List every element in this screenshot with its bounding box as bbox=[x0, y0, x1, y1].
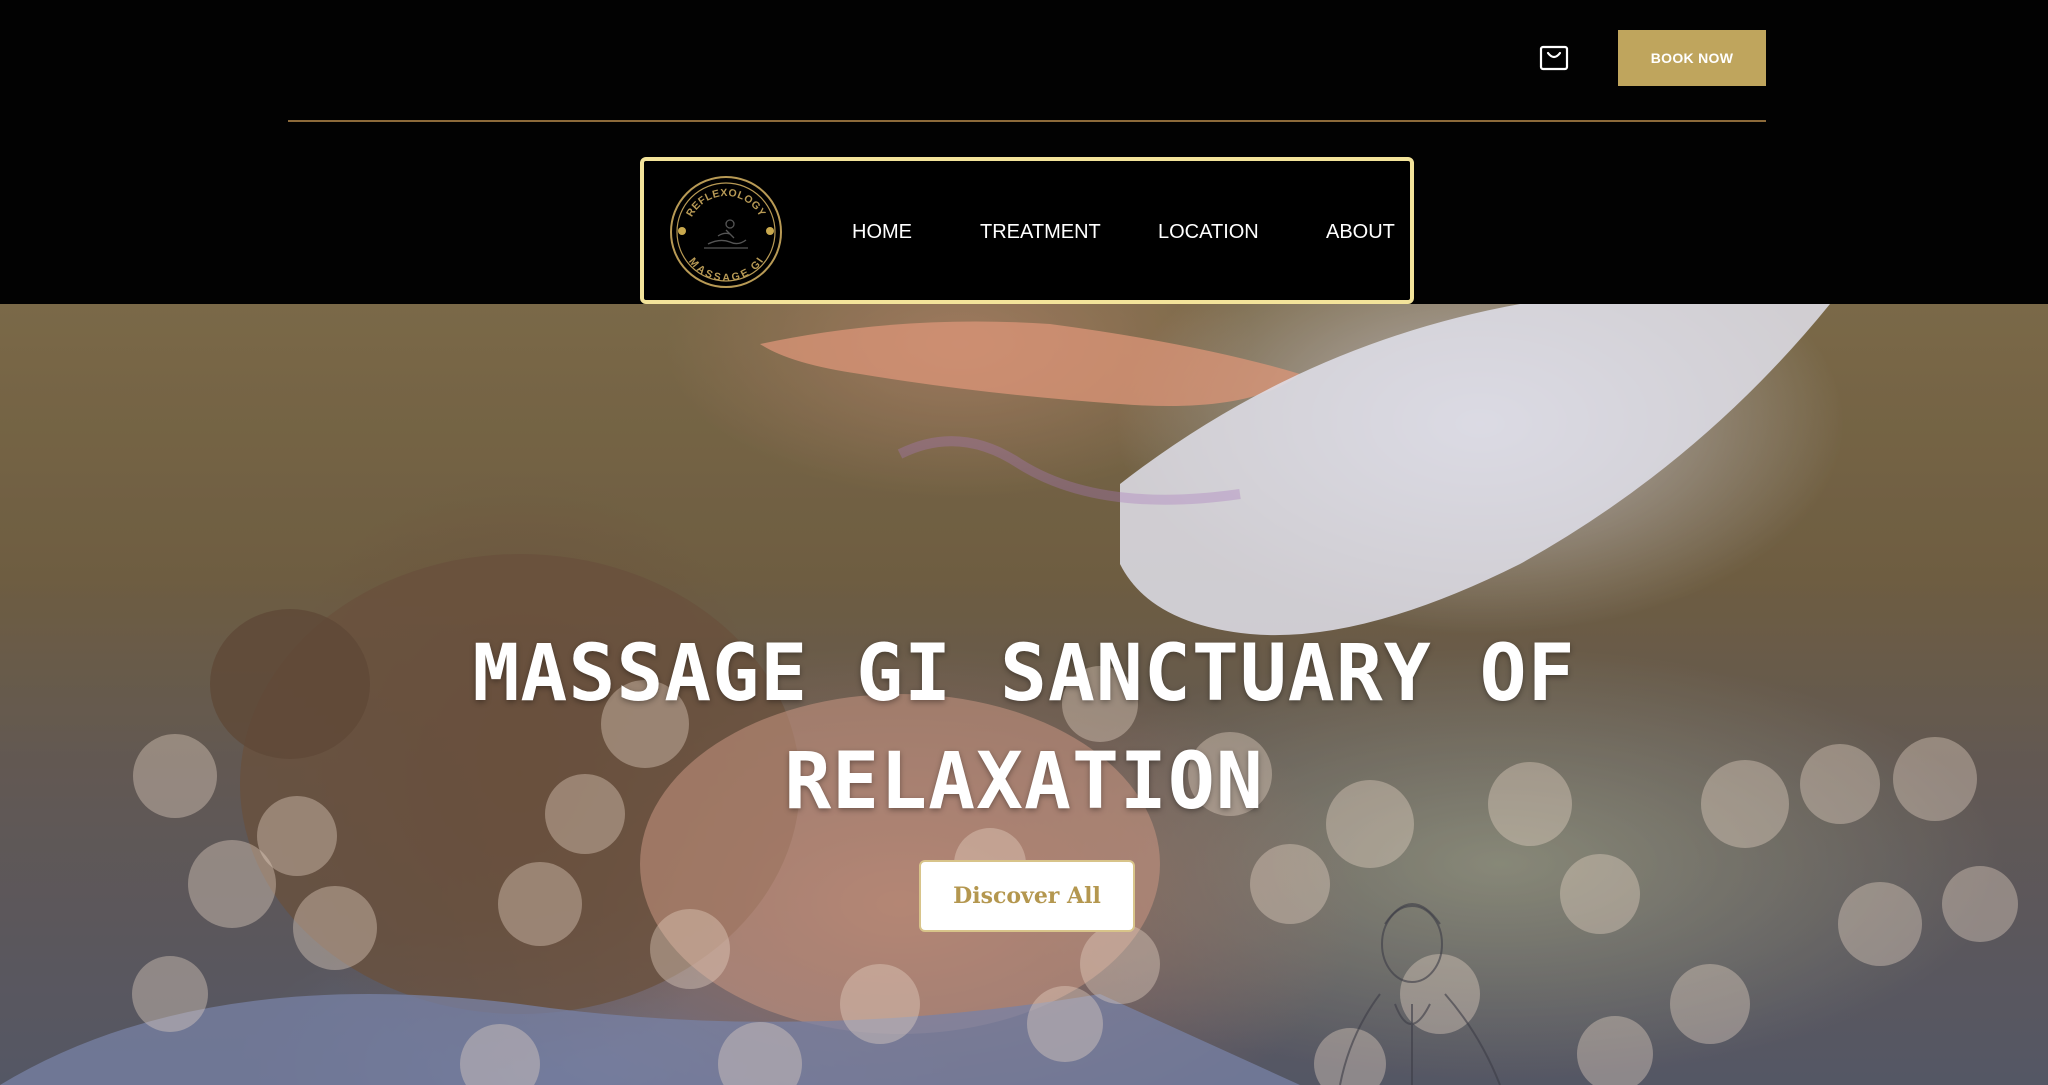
main-navigation: REFLEXOLOGY MASSAGE GI HOME TREATMENT LO… bbox=[640, 157, 1414, 304]
site-header: BOOK NOW REFLEXOLOGY MASSAGE GI HOME TRE… bbox=[0, 0, 2048, 304]
nav-home[interactable]: HOME bbox=[852, 221, 912, 244]
shopping-bag-icon[interactable] bbox=[1539, 44, 1569, 72]
hero-title: MASSAGE GI SANCTUARY OF RELAXATION bbox=[424, 620, 1624, 836]
nav-about[interactable]: ABOUT bbox=[1326, 221, 1395, 244]
hero-title-line-1: MASSAGE GI SANCTUARY OF bbox=[472, 629, 1576, 719]
reflexology-logo[interactable]: REFLEXOLOGY MASSAGE GI bbox=[668, 174, 784, 290]
discover-all-button[interactable]: Discover All bbox=[919, 860, 1135, 932]
hero-section: MASSAGE GI SANCTUARY OF RELAXATION Disco… bbox=[0, 304, 2048, 1085]
hero-title-line-2: RELAXATION bbox=[784, 737, 1264, 827]
header-divider bbox=[288, 120, 1766, 122]
book-now-button[interactable]: BOOK NOW bbox=[1618, 30, 1766, 86]
nav-treatment[interactable]: TREATMENT bbox=[980, 221, 1101, 244]
nav-location[interactable]: LOCATION bbox=[1158, 221, 1259, 244]
